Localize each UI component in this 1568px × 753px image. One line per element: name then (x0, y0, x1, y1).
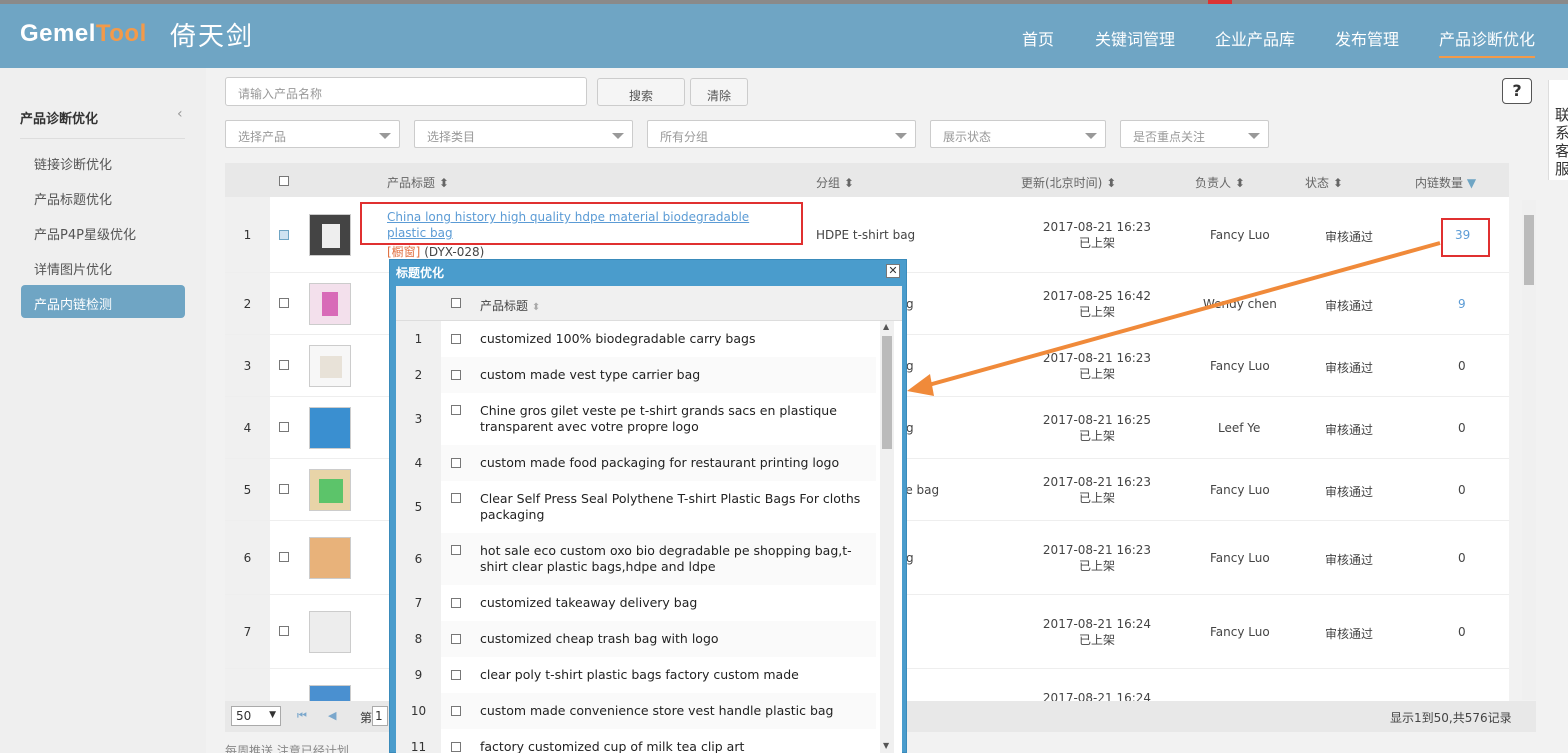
list-item[interactable]: 9 clear poly t-shirt plastic bags factory… (396, 657, 876, 693)
list-item-checkbox[interactable] (451, 634, 461, 644)
scroll-down-icon[interactable]: ▼ (883, 741, 889, 750)
list-item-text: customized 100% biodegradable carry bags (480, 331, 756, 346)
list-item[interactable]: 2 custom made vest type carrier bag (396, 357, 876, 393)
list-item-checkbox[interactable] (451, 598, 461, 608)
list-item[interactable]: 7 customized takeaway delivery bag (396, 585, 876, 621)
list-item-number: 6 (396, 533, 441, 585)
arrow-line (924, 241, 1441, 388)
list-item-text: Chine gros gilet veste pe t-shirt grands… (480, 403, 837, 434)
dialog-col-title[interactable]: 产品标题 ⬍ (480, 297, 540, 314)
list-item[interactable]: 10 custom made convenience store vest han… (396, 693, 876, 729)
list-item[interactable]: 4 custom made food packaging for restaura… (396, 445, 876, 481)
list-item-number: 11 (396, 729, 441, 753)
list-item-text: factory customized cup of milk tea clip … (480, 739, 745, 753)
list-item-number: 1 (396, 321, 441, 357)
list-item-number: 8 (396, 621, 441, 657)
list-item-checkbox[interactable] (451, 545, 461, 555)
list-item-number: 4 (396, 445, 441, 481)
list-item[interactable]: 8 customized cheap trash bag with logo (396, 621, 876, 657)
list-item-text: customized takeaway delivery bag (480, 595, 698, 610)
list-item-checkbox[interactable] (451, 670, 461, 680)
dialog-select-all-checkbox[interactable] (451, 298, 461, 308)
dialog-scrollbar[interactable]: ▲ ▼ (880, 321, 894, 753)
dialog-title: 标题优化 (396, 266, 445, 280)
arrow-head-icon (907, 374, 934, 396)
close-icon[interactable]: ✕ (886, 264, 900, 278)
list-item-number: 3 (396, 393, 441, 445)
list-item-checkbox[interactable] (451, 493, 461, 503)
list-item-checkbox[interactable] (451, 334, 461, 344)
list-item[interactable]: 5 Clear Self Press Seal Polythene T-shirt… (396, 481, 876, 533)
list-item-checkbox[interactable] (451, 742, 461, 752)
list-item-text: clear poly t-shirt plastic bags factory … (480, 667, 799, 682)
list-item-text: hot sale eco custom oxo bio degradable p… (480, 543, 852, 574)
list-item[interactable]: 11 factory customized cup of milk tea cli… (396, 729, 876, 753)
list-item[interactable]: 1 customized 100% biodegradable carry bag… (396, 321, 876, 357)
dialog-table-header: 产品标题 ⬍ (396, 286, 902, 321)
list-item-number: 5 (396, 481, 441, 533)
list-item-number: 10 (396, 693, 441, 729)
list-item-checkbox[interactable] (451, 458, 461, 468)
list-item-text: customized cheap trash bag with logo (480, 631, 719, 646)
list-item-number: 7 (396, 585, 441, 621)
list-item[interactable]: 3 Chine gros gilet veste pe t-shirt grand… (396, 393, 876, 445)
sort-icon: ⬍ (531, 302, 541, 313)
title-optimize-dialog: 标题优化 ✕ 产品标题 ⬍ 1 customized 100% biodegrad… (389, 259, 907, 753)
dialog-scrollbar-thumb[interactable] (882, 336, 892, 449)
list-item-text: custom made vest type carrier bag (480, 367, 701, 382)
list-item-number: 9 (396, 657, 441, 693)
scroll-up-icon[interactable]: ▲ (883, 322, 889, 331)
list-item-text: Clear Self Press Seal Polythene T-shirt … (480, 491, 861, 522)
list-item-checkbox[interactable] (451, 405, 461, 415)
list-item-checkbox[interactable] (451, 706, 461, 716)
list-item-text: custom made convenience store vest handl… (480, 703, 834, 718)
dialog-body: 产品标题 ⬍ 1 customized 100% biodegradable ca… (396, 286, 902, 753)
list-item-checkbox[interactable] (451, 370, 461, 380)
list-item[interactable]: 6 hot sale eco custom oxo bio degradable … (396, 533, 876, 585)
list-item-number: 2 (396, 357, 441, 393)
list-item-text: custom made food packaging for restauran… (480, 455, 840, 470)
